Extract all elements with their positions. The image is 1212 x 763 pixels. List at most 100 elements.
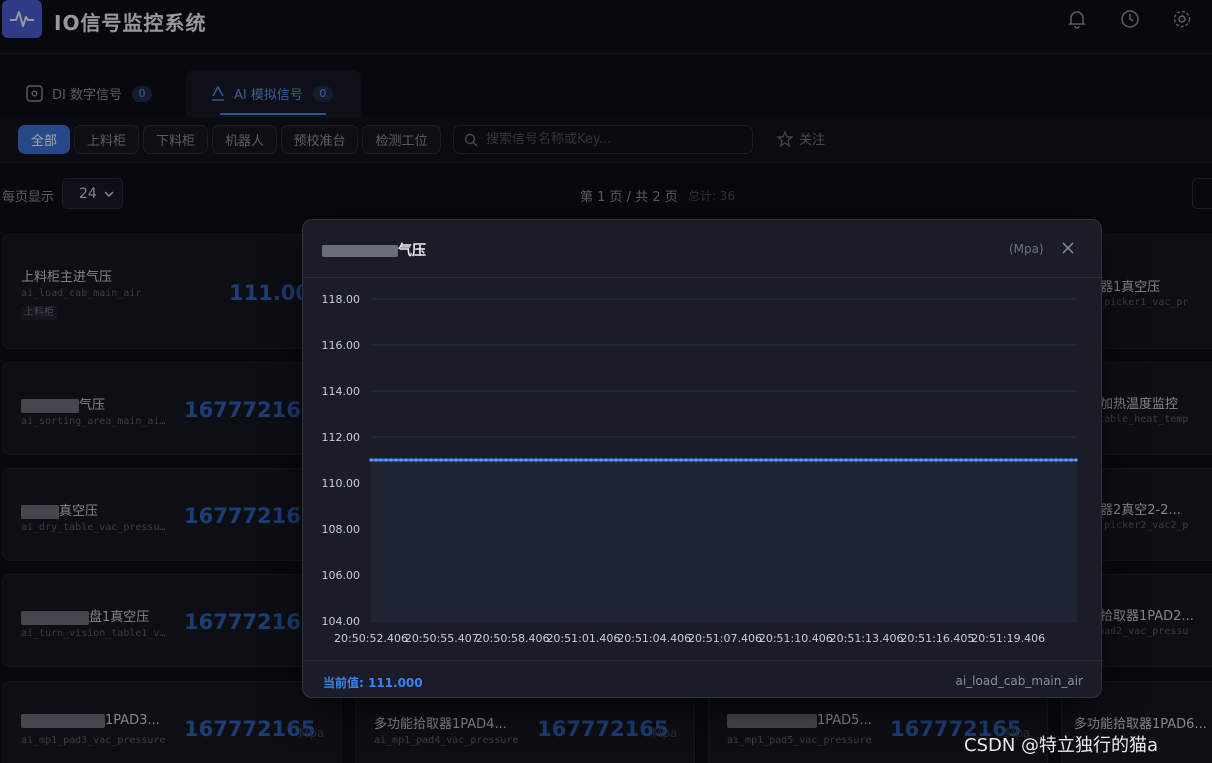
series-point xyxy=(649,458,653,462)
series-point xyxy=(764,458,768,462)
series-point xyxy=(1014,458,1018,462)
series-point xyxy=(499,458,503,462)
series-area xyxy=(371,460,1077,621)
series-point xyxy=(869,458,873,462)
series-point xyxy=(774,458,778,462)
series-point xyxy=(464,458,468,462)
series-point xyxy=(929,458,933,462)
series-point xyxy=(969,458,973,462)
series-point xyxy=(964,458,968,462)
x-tick-label: 20:51:13.406 xyxy=(830,632,904,645)
series-point xyxy=(439,458,443,462)
series-point xyxy=(614,458,618,462)
series-point xyxy=(754,458,758,462)
series-point xyxy=(659,458,663,462)
series-point xyxy=(1004,458,1008,462)
series-point xyxy=(469,458,473,462)
series-point xyxy=(629,458,633,462)
series-point xyxy=(819,458,823,462)
series-point xyxy=(999,458,1003,462)
series-point xyxy=(1069,458,1073,462)
series-point xyxy=(864,458,868,462)
y-tick-label: 116.00 xyxy=(322,339,361,352)
x-tick-label: 20:50:52.406 xyxy=(334,632,408,645)
chart-svg: 118.00 116.00 114.00 112.00 110.00 108.00 106.… xyxy=(322,293,1078,645)
series-point xyxy=(639,458,643,462)
x-tick-label: 20:50:58.406 xyxy=(476,632,550,645)
y-tick-label: 106.00 xyxy=(322,569,361,582)
series-point xyxy=(504,458,508,462)
series-point xyxy=(424,458,428,462)
series-point xyxy=(524,458,528,462)
series-point xyxy=(484,458,488,462)
series-point xyxy=(829,458,833,462)
series-point xyxy=(444,458,448,462)
series-point xyxy=(1049,458,1053,462)
series-point xyxy=(1034,458,1038,462)
y-tick-label: 104.00 xyxy=(322,615,361,628)
series-point xyxy=(509,458,513,462)
series-point xyxy=(584,458,588,462)
series-point xyxy=(974,458,978,462)
series-point xyxy=(569,458,573,462)
series-point xyxy=(1019,458,1023,462)
series-point xyxy=(514,458,518,462)
series-point xyxy=(984,458,988,462)
series-point xyxy=(699,458,703,462)
series-point xyxy=(799,458,803,462)
x-tick-label: 20:51:10.406 xyxy=(759,632,833,645)
series-point xyxy=(909,458,913,462)
series-point xyxy=(609,458,613,462)
series-point xyxy=(674,458,678,462)
modal-unit: (Mpa) xyxy=(1009,242,1044,256)
series-point xyxy=(889,458,893,462)
series-point xyxy=(994,458,998,462)
series-point xyxy=(494,458,498,462)
series-point xyxy=(839,458,843,462)
series-point xyxy=(634,458,638,462)
series-point xyxy=(784,458,788,462)
series-point xyxy=(739,458,743,462)
series-point xyxy=(489,458,493,462)
series-point xyxy=(804,458,808,462)
series-point xyxy=(729,458,733,462)
series-point xyxy=(949,458,953,462)
series-point xyxy=(914,458,918,462)
series-point xyxy=(879,458,883,462)
series-point xyxy=(899,458,903,462)
series-point xyxy=(1024,458,1028,462)
series-point xyxy=(589,458,593,462)
series-point xyxy=(849,458,853,462)
signal-trend-modal: 气压 (Mpa) 118.00 116.00 114.00 112.00 110.00 1… xyxy=(302,219,1103,698)
watermark: CSDN @特立独行的猫a xyxy=(964,735,1159,756)
series-point xyxy=(749,458,753,462)
y-tick-label: 112.00 xyxy=(322,431,361,444)
signal-key: ai_load_cab_main_air xyxy=(955,674,1083,688)
x-tick-label: 20:51:07.406 xyxy=(688,632,762,645)
series-point xyxy=(564,458,568,462)
x-tick-label: 20:50:55.407 xyxy=(405,632,479,645)
series-point xyxy=(934,458,938,462)
series-point xyxy=(594,458,598,462)
series-point xyxy=(419,458,423,462)
current-value: 当前值: 111.000 xyxy=(323,676,423,690)
series-point xyxy=(384,458,388,462)
series-point xyxy=(539,458,543,462)
modal-header: 气压 (Mpa) xyxy=(303,220,1103,278)
series-point xyxy=(619,458,623,462)
series-point xyxy=(394,458,398,462)
series-point xyxy=(604,458,608,462)
series-point xyxy=(714,458,718,462)
series-point xyxy=(919,458,923,462)
series-point xyxy=(789,458,793,462)
series-point xyxy=(1009,458,1013,462)
y-tick-label: 110.00 xyxy=(322,477,361,490)
series-point xyxy=(1054,458,1058,462)
series-point xyxy=(894,458,898,462)
series-point xyxy=(549,458,553,462)
series-point xyxy=(824,458,828,462)
series-point xyxy=(379,458,383,462)
close-icon[interactable] xyxy=(1059,239,1077,257)
series-point xyxy=(459,458,463,462)
series-point xyxy=(644,458,648,462)
